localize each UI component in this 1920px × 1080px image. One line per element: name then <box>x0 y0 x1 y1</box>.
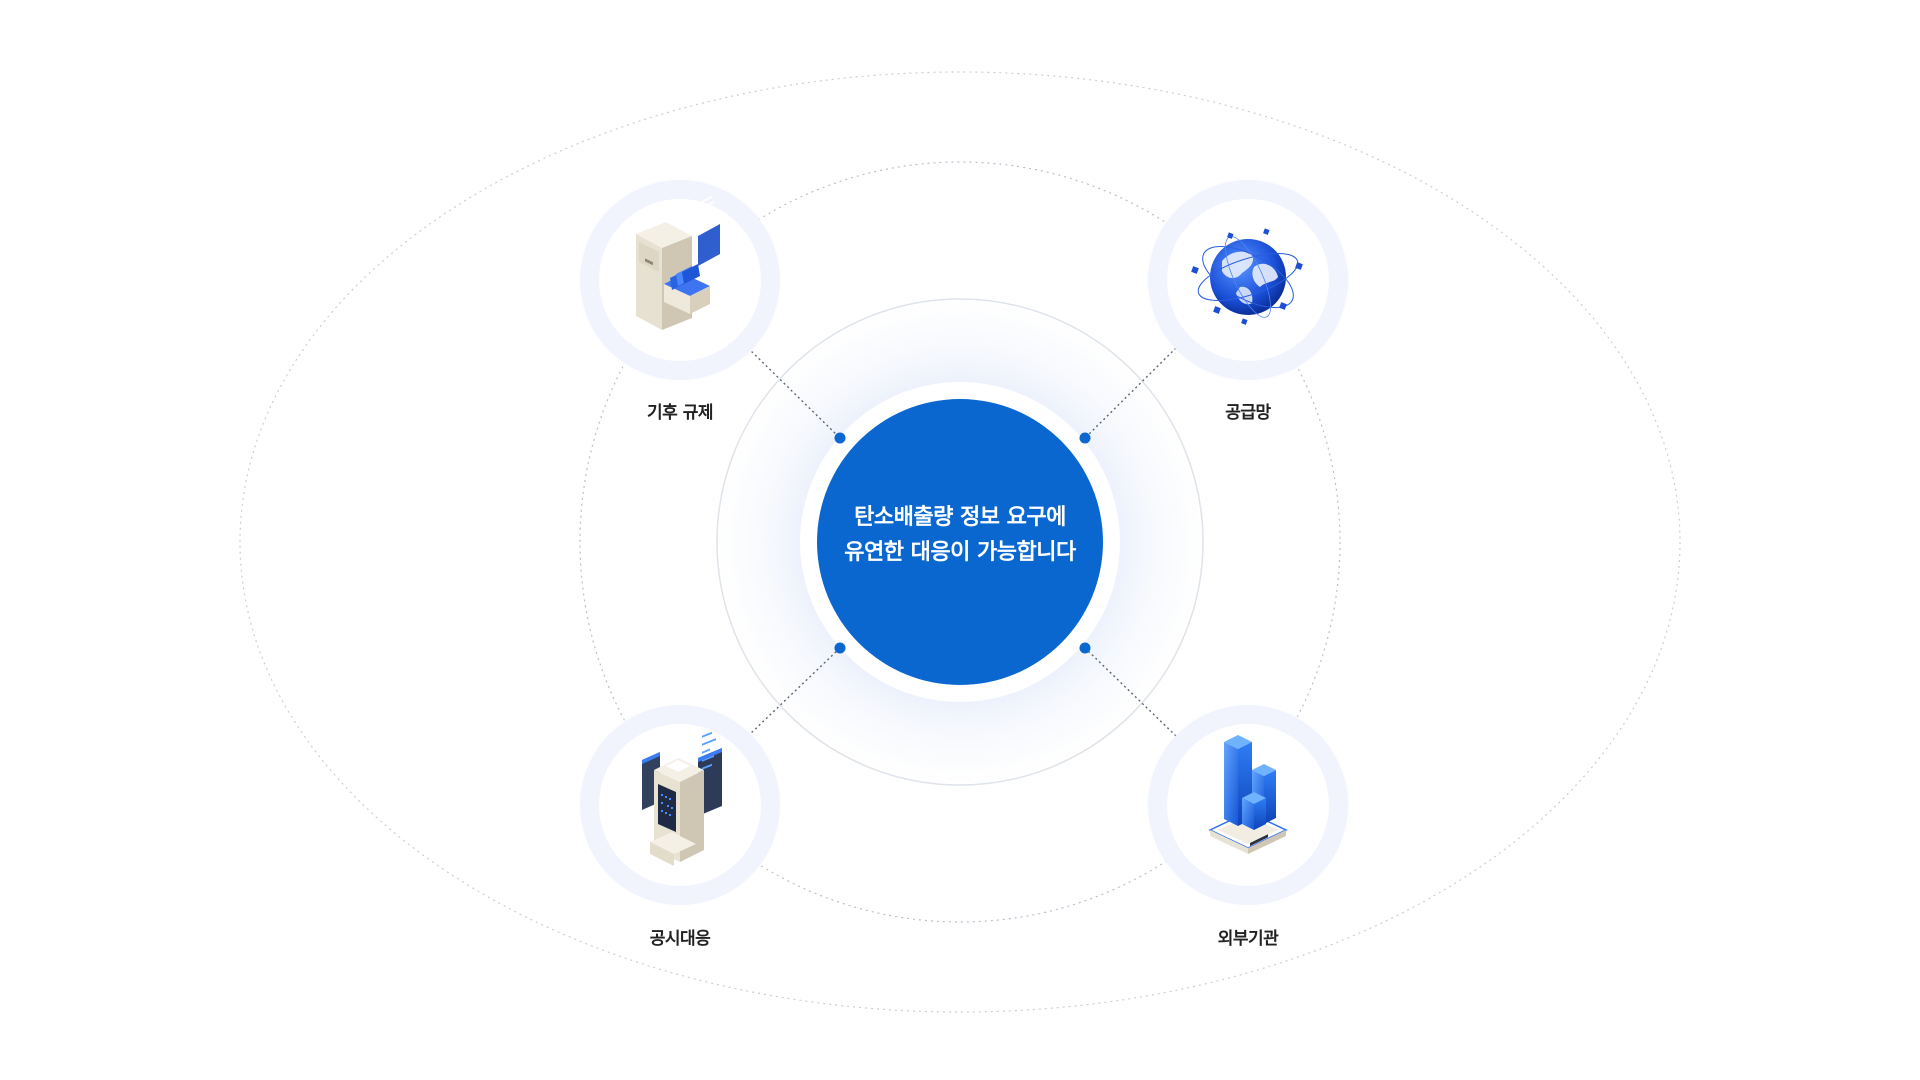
center-message-line2: 유연한 대응이 가능합니다 <box>844 540 1076 565</box>
center-message-line1: 탄소배출량 정보 요구에 <box>854 505 1066 530</box>
label-climate-regulation: 기후 규제 <box>647 403 713 423</box>
label-supply-chain: 공급망 <box>1225 403 1271 423</box>
dot-top-right <box>1079 432 1091 444</box>
center-message: 탄소배출량 정보 요구에 유연한 대응이 가능합니다 <box>820 500 1100 570</box>
label-disclosure: 공시대응 <box>649 929 711 949</box>
diagram-stage: 탄소배출량 정보 요구에 유연한 대응이 가능합니다 기후 규제 공급망 공시대… <box>0 0 1920 1080</box>
dot-bottom-left <box>834 642 846 654</box>
dot-top-left <box>834 432 846 444</box>
label-external-agency: 외부기관 <box>1217 929 1279 949</box>
dot-bottom-right <box>1079 642 1091 654</box>
